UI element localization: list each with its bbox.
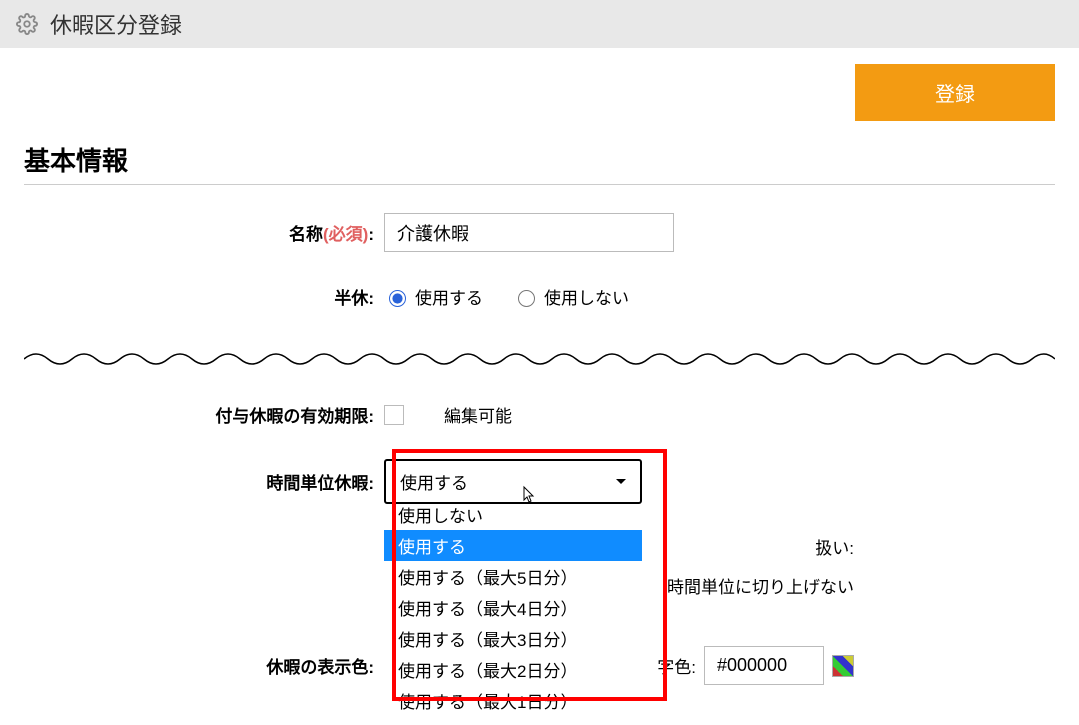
row-halfday: 半休: 使用する 使用しない: [24, 284, 1055, 309]
halfday-notuse-radio[interactable]: [518, 290, 535, 307]
expiry-checkbox[interactable]: [384, 405, 404, 425]
roundup-visible: 時間単位に切り上げない: [667, 573, 854, 598]
halfday-label: 半休:: [24, 284, 384, 309]
halfday-use-radio[interactable]: [389, 290, 406, 307]
gear-icon: [16, 13, 38, 35]
expiry-editable-label: 編集可能: [444, 402, 512, 427]
register-button[interactable]: 登録: [855, 64, 1055, 121]
header-bar: 休暇区分登録: [0, 0, 1079, 48]
name-label: 名称: [289, 225, 323, 244]
hourly-dropdown[interactable]: 使用しない使用する使用する（最大5日分）使用する（最大4日分）使用する（最大3日…: [384, 499, 642, 716]
content: 登録 基本情報 名称(必須): 半休: 使用する 使用しない 付与休暇の有効期: [0, 48, 1079, 725]
name-input[interactable]: [384, 213, 674, 252]
required-label: (必須): [323, 225, 368, 244]
hourly-option[interactable]: 使用する（最大4日分）: [384, 592, 642, 623]
char-color-input[interactable]: [704, 646, 824, 685]
hourly-label: 時間単位休暇:: [24, 469, 384, 494]
halfday-notuse-option[interactable]: 使用しない: [513, 284, 629, 309]
row-expiry: 付与休暇の有効期限: 編集可能: [24, 402, 1055, 427]
display-color-label: 休暇の表示色:: [24, 653, 384, 678]
hourly-option[interactable]: 使用する（最大1日分）: [384, 685, 642, 716]
expiry-label: 付与休暇の有効期限:: [24, 402, 384, 427]
char-color-label-visible: 字色:: [657, 653, 696, 678]
chevron-down-icon: [616, 479, 626, 484]
hourly-select[interactable]: 使用する: [384, 459, 642, 504]
hourly-selected-value: 使用する: [400, 469, 468, 494]
halfday-use-option[interactable]: 使用する: [384, 284, 483, 309]
row-name: 名称(必須):: [24, 213, 1055, 252]
hourly-option[interactable]: 使用する: [384, 530, 642, 561]
hourly-option[interactable]: 使用する（最大3日分）: [384, 623, 642, 654]
row-hourly: 時間単位休暇: 使用する 使用しない使用する使用する（最大5日分）使用する（最大…: [24, 459, 1055, 504]
colon: :: [368, 225, 374, 244]
halfday-use-label: 使用する: [415, 284, 483, 309]
hourly-option[interactable]: 使用する（最大2日分）: [384, 654, 642, 685]
hourly-option[interactable]: 使用する（最大5日分）: [384, 561, 642, 592]
section-heading-basic: 基本情報: [24, 141, 1055, 185]
treatment-label-visible: 扱い:: [815, 534, 854, 559]
color-picker-icon[interactable]: [832, 655, 854, 677]
wavy-divider: [24, 349, 1055, 369]
halfday-notuse-label: 使用しない: [544, 284, 629, 309]
page-title: 休暇区分登録: [50, 8, 182, 40]
